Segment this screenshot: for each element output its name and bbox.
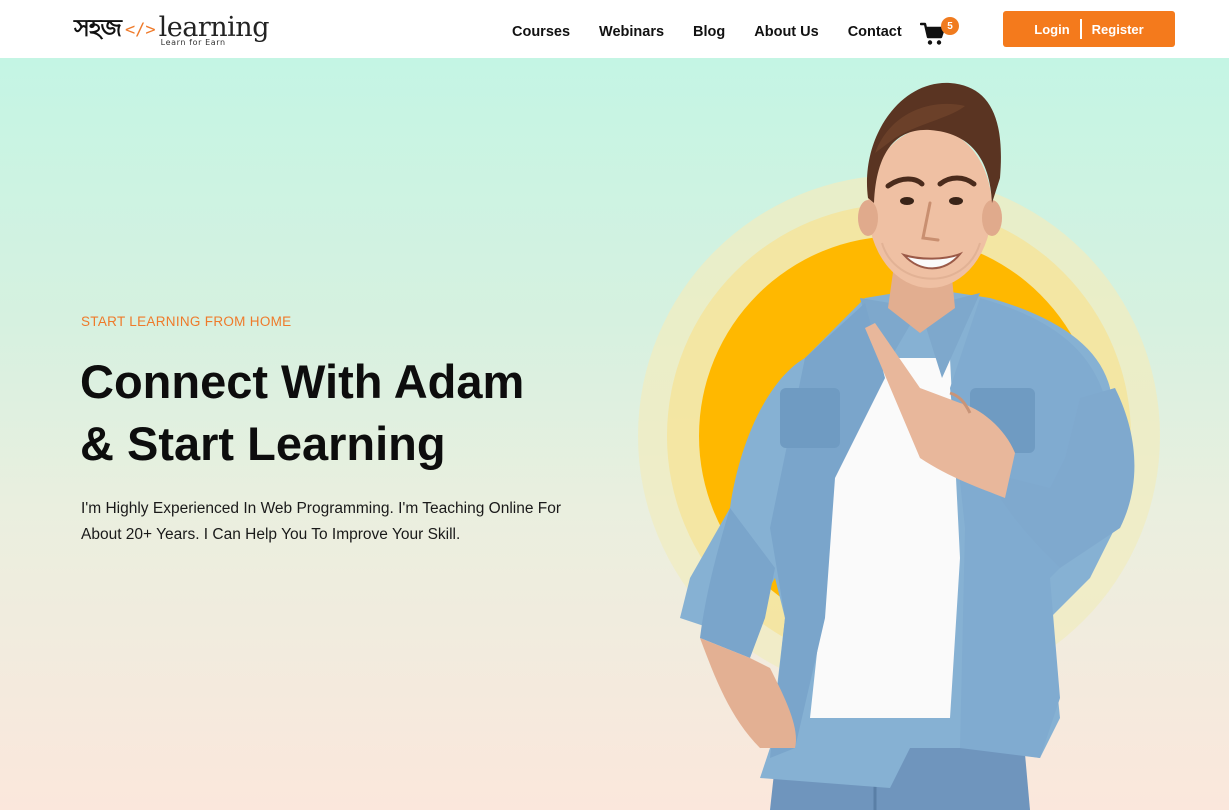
nav-item-about-us[interactable]: About Us: [754, 24, 818, 40]
hero-description-line-2: About 20+ Years. I Can Help You To Impro…: [81, 526, 461, 543]
nav-item-webinars[interactable]: Webinars: [599, 24, 664, 40]
hero-description-line-1: I'm Highly Experienced In Web Programmin…: [81, 500, 562, 517]
hero-headline: Connect With Adam & Start Learning: [80, 351, 620, 475]
nav-item-contact[interactable]: Contact: [848, 24, 902, 40]
main-nav: Courses Webinars Blog About Us Contact: [512, 24, 931, 40]
nav-item-blog[interactable]: Blog: [693, 24, 725, 40]
cart-count-badge: 5: [941, 17, 959, 35]
hero-section: START LEARNING FROM HOME Connect With Ad…: [0, 58, 1229, 810]
site-header: সহজ </> learning Learn for Earn Courses …: [0, 0, 1229, 58]
logo-tagline: Learn for Earn: [160, 37, 226, 47]
logo-name: learning: [158, 11, 270, 43]
hero-headline-line-2: & Start Learning: [80, 417, 446, 470]
auth-divider: [1079, 19, 1082, 39]
logo-wordmark: learning Learn for Earn: [158, 11, 270, 47]
hero-headline-line-1: Connect With Adam: [80, 355, 525, 408]
brand-logo[interactable]: সহজ </> learning Learn for Earn: [74, 12, 269, 48]
instructor-illustration: [638, 82, 1160, 810]
hero-description: I'm Highly Experienced In Web Programmin…: [81, 496, 601, 548]
register-button[interactable]: Register: [1092, 22, 1144, 37]
nav-item-courses[interactable]: Courses: [512, 24, 570, 40]
left-pocket: [780, 388, 840, 448]
auth-button-group: Login Register: [1003, 11, 1175, 47]
hero-eyebrow: START LEARNING FROM HOME: [81, 314, 292, 329]
logo-bengali-text: সহজ: [74, 14, 122, 42]
logo-code-mark: </>: [124, 20, 156, 40]
login-button[interactable]: Login: [1034, 22, 1069, 37]
